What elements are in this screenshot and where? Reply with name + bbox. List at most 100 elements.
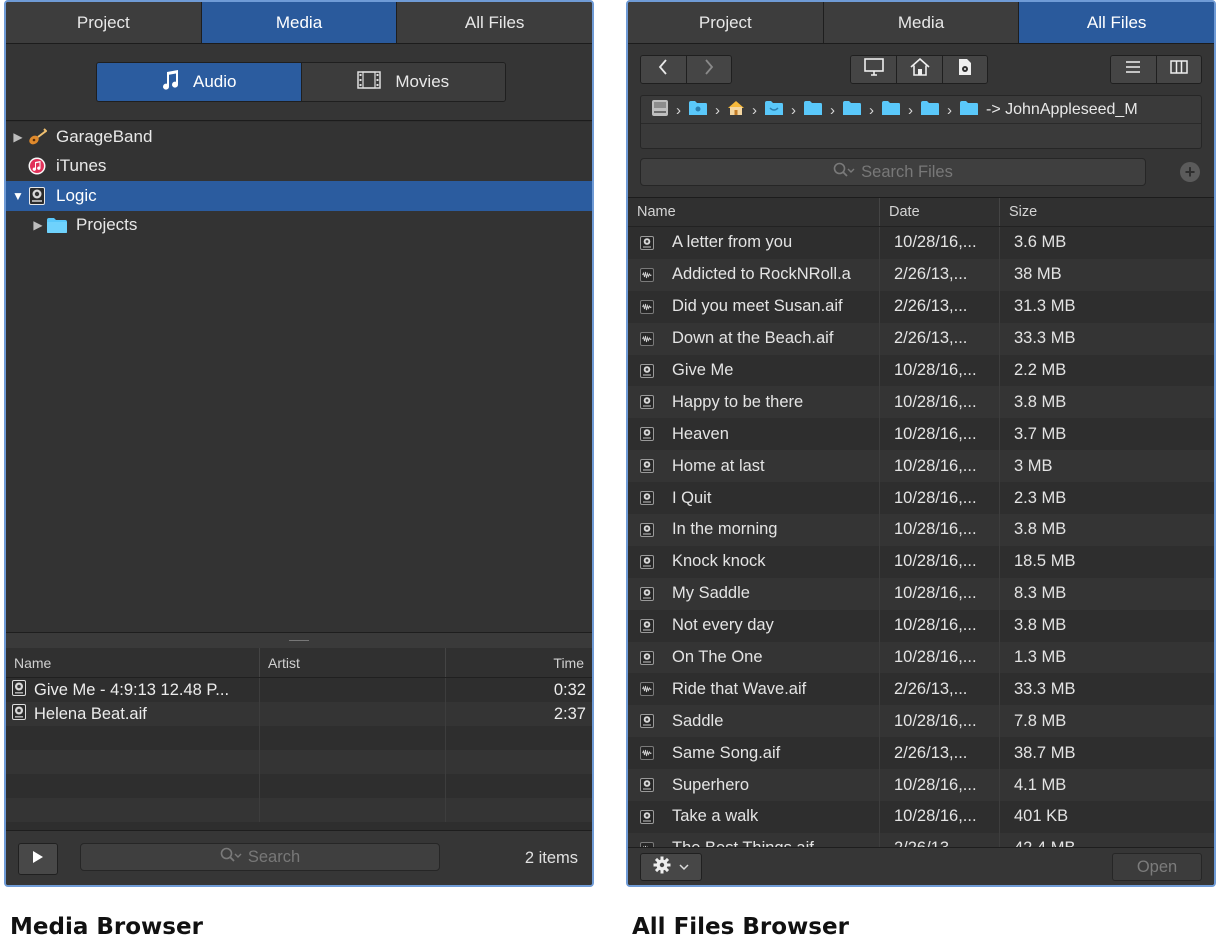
list-item[interactable]: Give Me - 4:9:13 12.48 P... 0:32 xyxy=(6,678,592,702)
shared-folder-icon[interactable] xyxy=(764,100,784,121)
movies-segment-button[interactable]: Movies xyxy=(300,63,505,101)
disclosure-expanded-icon[interactable]: ▼ xyxy=(10,189,26,203)
table-row[interactable]: In the morning 10/28/16,... 3.8 MB xyxy=(628,514,1214,546)
column-view-button[interactable] xyxy=(1155,56,1201,83)
tab-all-files[interactable]: All Files xyxy=(1019,2,1214,43)
table-row[interactable]: The Best Things.aif2/26/13,...42.4 MB xyxy=(628,832,1214,848)
audio-file-icon xyxy=(640,682,654,697)
table-row[interactable]: Home at last 10/28/16,... 3 MB xyxy=(628,450,1214,483)
folder-icon[interactable] xyxy=(920,100,940,121)
path-current-folder[interactable]: -> JohnAppleseed_M xyxy=(986,101,1138,119)
tab-media[interactable]: Media xyxy=(824,2,1020,43)
file-size: 38 MB xyxy=(1014,265,1062,284)
table-row[interactable]: Ride that Wave.aif 2/26/13,... 33.3 MB xyxy=(628,673,1214,706)
column-header-size[interactable]: Size xyxy=(1000,198,1214,226)
table-row[interactable]: On The One 10/28/16,... 1.3 MB xyxy=(628,641,1214,674)
table-row[interactable]: Not every day 10/28/16,... 3.8 MB xyxy=(628,609,1214,642)
table-row[interactable]: Heaven 10/28/16,... 3.7 MB xyxy=(628,418,1214,451)
media-file-list: Name Artist Time Give Me - 4:9:13 12.48 … xyxy=(6,648,592,832)
folder-icon[interactable] xyxy=(842,100,862,121)
files-footer: Open xyxy=(628,847,1214,885)
file-date: 2/26/13,... xyxy=(880,673,1000,706)
hard-drive-icon[interactable] xyxy=(651,99,669,122)
pane-splitter[interactable] xyxy=(6,632,592,648)
action-menu-button[interactable] xyxy=(640,853,702,881)
file-name: Home at last xyxy=(672,456,765,475)
tab-project[interactable]: Project xyxy=(628,2,824,43)
table-row[interactable]: Give Me 10/28/16,... 2.2 MB xyxy=(628,354,1214,387)
table-row[interactable]: Did you meet Susan.aif 2/26/13,... 31.3 MB xyxy=(628,290,1214,323)
file-size: 3.8 MB xyxy=(1014,520,1067,539)
table-row[interactable]: Addicted to RockNRoll.a 2/26/13,... 38 MB xyxy=(628,258,1214,291)
tree-item-projects[interactable]: ▶ Projects xyxy=(6,211,592,241)
tree-item-logic[interactable]: ▼ Logic xyxy=(6,181,592,211)
play-button[interactable] xyxy=(18,843,58,875)
audio-segment-button[interactable]: Audio xyxy=(97,63,301,101)
table-row[interactable]: Same Song.aif 2/26/13,... 38.7 MB xyxy=(628,737,1214,770)
file-date: 10/28/16,... xyxy=(880,705,1000,738)
file-size: 38.7 MB xyxy=(1014,743,1076,762)
search-icon xyxy=(833,162,855,183)
column-header-artist[interactable]: Artist xyxy=(260,648,446,677)
chevron-down-icon xyxy=(679,858,689,876)
file-date: 2/26/13,... xyxy=(880,322,1000,355)
open-button[interactable]: Open xyxy=(1112,853,1202,881)
media-search-field[interactable]: Search xyxy=(80,843,440,871)
tab-all-files[interactable]: All Files xyxy=(397,2,592,43)
list-item-time: 2:37 xyxy=(553,704,586,723)
home-button[interactable] xyxy=(896,56,942,83)
file-name: On The One xyxy=(672,648,763,667)
table-row[interactable]: Down at the Beach.aif 2/26/13,... 33.3 MB xyxy=(628,322,1214,355)
table-row[interactable]: Take a walk 10/28/16,... 401 KB xyxy=(628,801,1214,833)
tree-item-itunes[interactable]: iTunes xyxy=(6,152,592,182)
document-music-icon xyxy=(957,58,973,81)
table-row[interactable]: Knock knock 10/28/16,... 18.5 MB xyxy=(628,545,1214,578)
column-header-name[interactable]: Name xyxy=(628,198,880,226)
home-folder-icon[interactable] xyxy=(727,100,745,121)
file-date: 10/28/16,... xyxy=(880,577,1000,610)
file-size: 33.3 MB xyxy=(1014,679,1076,698)
column-header-date[interactable]: Date xyxy=(880,198,1000,226)
audio-segment-label: Audio xyxy=(193,72,237,91)
table-row[interactable]: Happy to be there 10/28/16,... 3.8 MB xyxy=(628,386,1214,419)
table-row[interactable]: Superhero 10/28/16,... 4.1 MB xyxy=(628,769,1214,802)
path-breadcrumb: › › › › › › › › -> JohnAppleseed_M xyxy=(640,95,1202,149)
tab-project[interactable]: Project xyxy=(6,2,202,43)
file-name: Knock knock xyxy=(672,552,766,571)
list-view-button[interactable] xyxy=(1111,56,1156,83)
tree-item-label: Logic xyxy=(56,185,97,205)
tree-item-garageband[interactable]: ▶ GarageBand xyxy=(6,122,592,152)
disclosure-collapsed-icon[interactable]: ▶ xyxy=(10,130,26,144)
all-files-browser-caption: All Files Browser xyxy=(632,914,849,940)
logic-project-icon xyxy=(640,809,654,824)
file-date: 10/28/16,... xyxy=(880,450,1000,483)
column-header-name[interactable]: Name xyxy=(6,648,260,677)
tab-media[interactable]: Media xyxy=(201,2,398,43)
item-count: 2 items xyxy=(524,849,578,867)
table-row[interactable]: I Quit 10/28/16,... 2.3 MB xyxy=(628,482,1214,515)
computer-button[interactable] xyxy=(851,56,897,83)
folder-icon[interactable] xyxy=(881,100,901,121)
table-row[interactable]: A letter from you 10/28/16,... 3.6 MB xyxy=(628,227,1214,259)
file-size: 42.4 MB xyxy=(1000,833,1214,848)
file-size: 33.3 MB xyxy=(1014,329,1076,348)
disclosure-collapsed-icon[interactable]: ▶ xyxy=(30,218,46,232)
back-button[interactable] xyxy=(641,56,686,83)
search-icon xyxy=(220,847,242,868)
folder-icon[interactable] xyxy=(803,100,823,121)
users-folder-icon[interactable] xyxy=(688,100,708,121)
forward-button[interactable] xyxy=(685,56,731,83)
table-row[interactable]: My Saddle 10/28/16,... 8.3 MB xyxy=(628,577,1214,610)
list-item-name: Give Me - 4:9:13 12.48 P... xyxy=(34,680,230,699)
list-view-icon xyxy=(1125,60,1141,79)
list-item-artist xyxy=(260,702,446,726)
add-icon[interactable]: + xyxy=(1180,162,1200,182)
list-item[interactable]: Helena Beat.aif 2:37 xyxy=(6,702,592,726)
folder-icon[interactable] xyxy=(959,100,979,121)
files-search-field[interactable]: Search Files xyxy=(640,158,1146,186)
file-date: 10/28/16,... xyxy=(880,482,1000,515)
column-header-time[interactable]: Time xyxy=(446,648,592,677)
audio-file-icon xyxy=(640,746,654,761)
table-row[interactable]: Saddle 10/28/16,... 7.8 MB xyxy=(628,705,1214,738)
project-location-button[interactable] xyxy=(941,56,987,83)
